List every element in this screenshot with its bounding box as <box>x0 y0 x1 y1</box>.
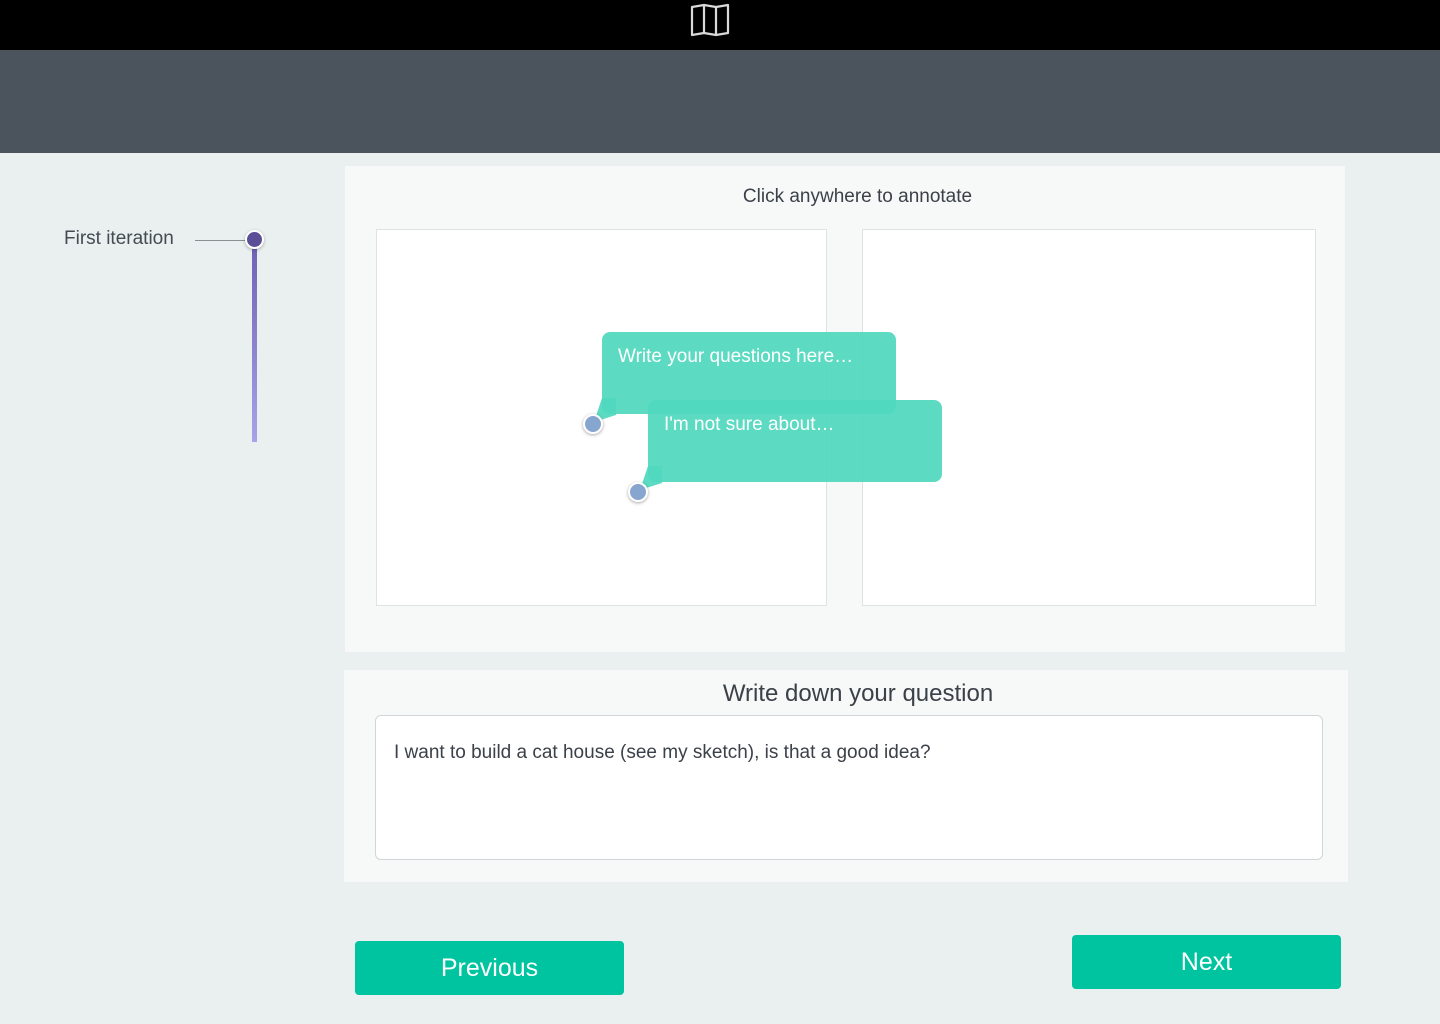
next-button-label: Next <box>1180 947 1233 976</box>
annotation-pin[interactable] <box>628 482 648 502</box>
header-band <box>0 50 1440 153</box>
previous-button-label: Previous <box>440 953 539 982</box>
timeline-connector <box>195 240 247 241</box>
annotate-title: Click anywhere to annotate <box>742 186 973 207</box>
annotation-text[interactable]: Write your questions here… <box>618 346 853 367</box>
question-title: Write down your question <box>722 680 994 707</box>
timeline-node[interactable] <box>245 230 264 249</box>
timeline-label: First iteration <box>64 228 174 249</box>
previous-button[interactable]: Previous <box>355 941 624 995</box>
timeline-track <box>252 244 257 442</box>
annotation-pin[interactable] <box>583 414 603 434</box>
annotation-bubble[interactable]: I'm not sure about… <box>648 400 942 482</box>
next-button[interactable]: Next <box>1072 935 1341 989</box>
question-text: I want to build a cat house (see my sket… <box>394 742 931 763</box>
annotation-text[interactable]: I'm not sure about… <box>664 414 835 435</box>
top-bar <box>0 0 1440 50</box>
book-map-icon[interactable] <box>689 2 731 38</box>
question-textarea[interactable]: I want to build a cat house (see my sket… <box>375 715 1323 860</box>
